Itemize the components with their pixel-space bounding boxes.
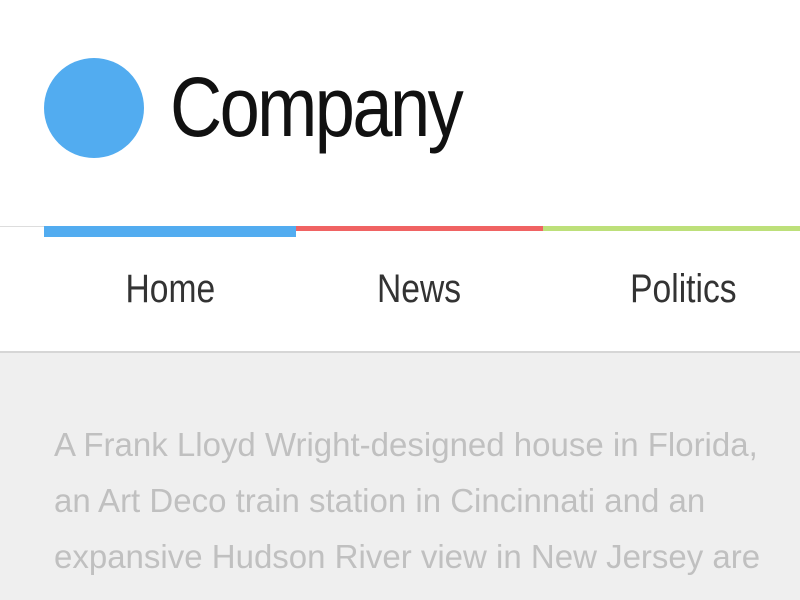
nav-item-label: Home: [125, 267, 215, 311]
content-text-line: an Art Deco train station in Cincinnati …: [54, 482, 706, 519]
main-nav: Home News Politics: [0, 237, 800, 351]
brand-name[interactable]: Company: [170, 62, 464, 152]
content-text-line: expansive Hudson River view in New Jerse…: [54, 538, 761, 575]
logo-circle-icon[interactable]: [44, 58, 144, 158]
nav-item-label: Politics: [629, 267, 737, 311]
nav-item-politics[interactable]: Politics: [543, 264, 800, 314]
content-text-line: A Frank Lloyd Wright-designed house in F…: [54, 426, 758, 463]
tab-indicator-home: [44, 226, 296, 237]
nav-item-news[interactable]: News: [296, 264, 543, 314]
tab-indicator-news: [296, 226, 543, 231]
nav-item-label: News: [377, 267, 462, 311]
site-header: Company: [0, 0, 800, 226]
tab-indicator-politics: [543, 226, 800, 231]
nav-item-home[interactable]: Home: [44, 264, 296, 314]
content-area: A Frank Lloyd Wright-designed house in F…: [0, 353, 800, 600]
page: Company Home News Politics A Frank Lloyd…: [0, 0, 800, 600]
